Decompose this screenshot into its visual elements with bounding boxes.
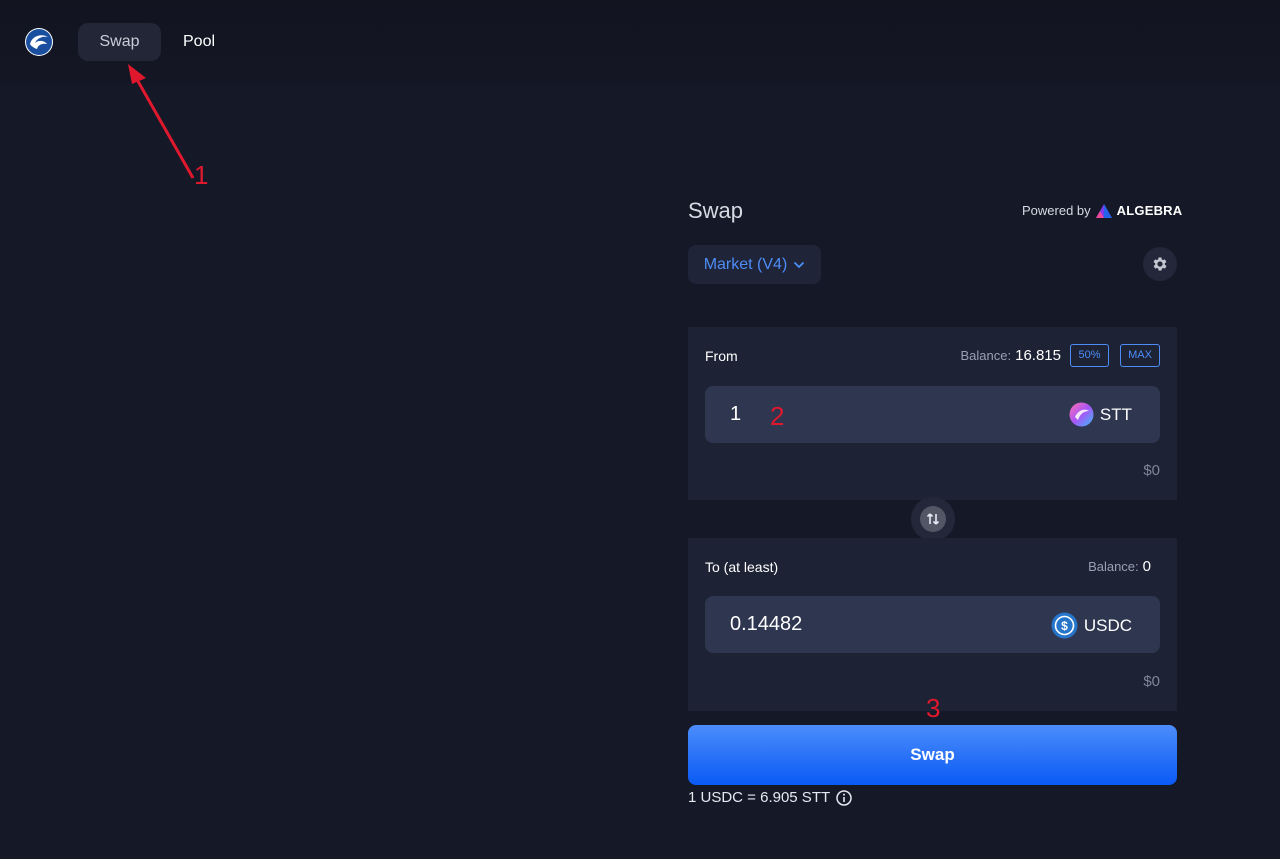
from-usd-value: $0 [1143, 462, 1160, 479]
annotation-number-2: 2 [770, 401, 785, 431]
powered-by-label: Powered by [1022, 203, 1091, 218]
from-token-selector[interactable]: STT [1069, 402, 1132, 427]
half-balance-button[interactable]: 50% [1070, 344, 1109, 367]
to-label: To (at least) [705, 559, 779, 575]
algebra-brand: ALGEBRA [1116, 203, 1183, 218]
usdc-token-icon: $ [1051, 612, 1078, 639]
nav-swap-button[interactable]: Swap [78, 23, 161, 61]
from-balance-value: 16.815 [1015, 347, 1061, 364]
max-balance-button[interactable]: MAX [1120, 344, 1160, 367]
from-token-label: STT [1099, 404, 1132, 424]
exchange-rate-text: 1 USDC = 6.905 STT [688, 789, 831, 806]
to-usd-value: $0 [1143, 673, 1160, 690]
to-token-label: USDC [1083, 615, 1132, 635]
gear-icon [1153, 257, 1167, 271]
nav-pool-button[interactable]: Pool [162, 23, 236, 61]
annotation-number-3: 3 [926, 693, 941, 723]
switch-tokens-inner [920, 506, 946, 532]
to-amount-input[interactable] [730, 596, 1030, 653]
svg-text:$: $ [1061, 619, 1068, 633]
algebra-logo-icon [1095, 203, 1112, 218]
from-balance-label: Balance: [960, 348, 1012, 363]
to-balance-value: 0 [1142, 558, 1151, 575]
swap-submit-button[interactable]: Swap [688, 725, 1177, 785]
market-version-dropdown[interactable]: Market (V4) [688, 245, 821, 284]
to-balance-label: Balance: [1088, 559, 1139, 574]
chevron-down-icon [794, 261, 805, 268]
to-box: To (at least) Balance: 0 $ USDC $0 [688, 538, 1177, 711]
to-balance: Balance: 0 [1088, 558, 1151, 575]
switch-tokens-button[interactable] [911, 497, 955, 541]
info-icon[interactable] [836, 789, 852, 806]
powered-by: Powered by ALGEBRA [1022, 203, 1182, 218]
annotation-number-1: 1 [194, 160, 209, 190]
to-token-selector[interactable]: $ USDC [1051, 612, 1132, 639]
swap-arrows-icon [926, 513, 940, 525]
settings-button[interactable] [1143, 247, 1177, 281]
to-input-wrap: $ USDC [705, 596, 1160, 653]
exchange-rate: 1 USDC = 6.905 STT [688, 789, 852, 806]
from-balance: Balance: 16.815 [961, 347, 1061, 364]
from-box: From Balance: 16.815 50% MAX STT $0 [688, 327, 1177, 500]
from-label: From [705, 348, 738, 364]
stt-token-icon [1069, 402, 1094, 427]
app-logo-icon[interactable] [25, 28, 53, 56]
market-version-label: Market (V4) [703, 255, 788, 273]
page-title: Swap [688, 198, 744, 223]
